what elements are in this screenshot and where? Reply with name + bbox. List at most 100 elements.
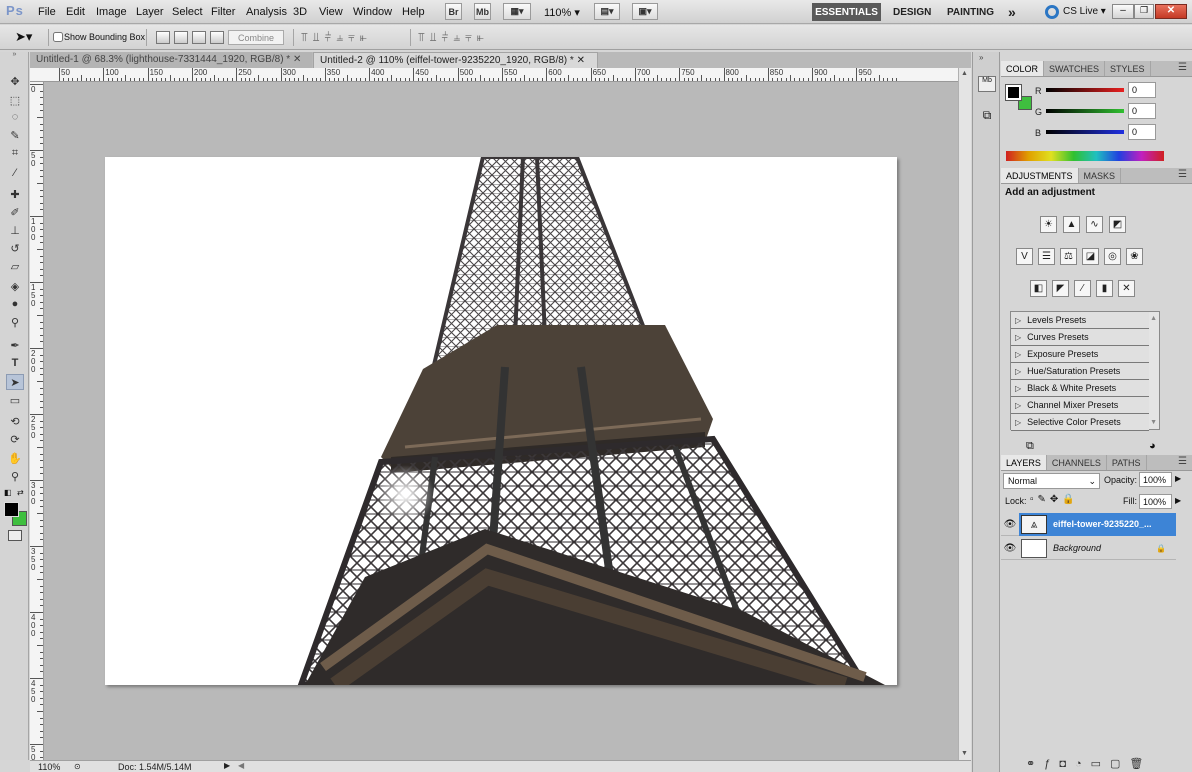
- vertical-scrollbar[interactable]: ▲ ▼: [958, 68, 971, 760]
- photo-filter-icon[interactable]: ◎: [1104, 248, 1121, 265]
- minimize-button[interactable]: –: [1112, 4, 1134, 19]
- red-slider[interactable]: [1046, 88, 1124, 92]
- default-colors-icon[interactable]: ◧: [4, 488, 12, 497]
- tab-styles[interactable]: STYLES: [1105, 61, 1151, 76]
- 3d-rotate-tool-icon[interactable]: ⟲: [6, 413, 24, 429]
- preset-exposure[interactable]: ▷ Exposure Presets: [1011, 346, 1149, 363]
- opacity-slider-icon[interactable]: ▶: [1175, 474, 1181, 483]
- color-spectrum-bar[interactable]: [1006, 151, 1164, 161]
- screen-mode-button[interactable]: ▣▾: [632, 3, 658, 20]
- channel-mixer-icon[interactable]: ❀: [1126, 248, 1143, 265]
- status-info-icon[interactable]: ⊙: [74, 762, 81, 771]
- fill-slider-icon[interactable]: ▶: [1175, 496, 1181, 505]
- eraser-tool-icon[interactable]: ▱: [6, 258, 24, 274]
- lasso-tool-icon[interactable]: ◌: [6, 109, 24, 125]
- combine-button[interactable]: Combine: [228, 30, 284, 45]
- adjustment-clip-icon[interactable]: ⧉: [1026, 440, 1034, 453]
- preset-levels[interactable]: ▷ Levels Presets: [1011, 312, 1149, 329]
- healing-brush-tool-icon[interactable]: ✚: [6, 186, 24, 202]
- tab-1-close-icon[interactable]: ✕: [293, 54, 301, 65]
- layer-row-background[interactable]: 👁 Background 🔒: [1001, 537, 1176, 560]
- presets-scroll-up-icon[interactable]: ▲: [1150, 315, 1157, 322]
- menu-3d[interactable]: 3D: [293, 6, 307, 18]
- menu-image[interactable]: Image: [96, 6, 127, 18]
- menu-edit[interactable]: Edit: [66, 6, 85, 18]
- tab-paths[interactable]: PATHS: [1107, 455, 1147, 470]
- hand-tool-icon[interactable]: ✋: [6, 450, 24, 466]
- tab-masks[interactable]: MASKS: [1079, 168, 1122, 183]
- green-slider[interactable]: [1046, 109, 1124, 113]
- eyedropper-tool-icon[interactable]: ⁄: [6, 165, 24, 181]
- shape-new-area-icon[interactable]: [156, 31, 170, 44]
- panel-menu-icon[interactable]: ☰: [1178, 62, 1187, 73]
- color-balance-icon[interactable]: ⚖: [1060, 248, 1077, 265]
- preset-curves[interactable]: ▷ Curves Presets: [1011, 329, 1149, 346]
- vertical-ruler[interactable]: 0 50 100 150 200 250 300 350 400 450 500: [30, 82, 44, 760]
- document-tab-1[interactable]: Untitled-1 @ 68.3% (lighthouse-7331444_1…: [30, 52, 312, 68]
- zoom-level-select[interactable]: 110% ▾: [544, 6, 580, 19]
- paint-bucket-tool-icon[interactable]: ◈: [6, 278, 24, 294]
- layers-footer-icons[interactable]: ⚭ƒ◘◔▭▢🗑: [1026, 757, 1152, 770]
- quick-mask-icon[interactable]: [8, 530, 22, 541]
- red-value-input[interactable]: 0: [1128, 82, 1156, 98]
- panel-menu-icon[interactable]: ☰: [1178, 169, 1187, 180]
- rectangle-tool-icon[interactable]: ▭: [6, 392, 24, 408]
- history-panel-icon[interactable]: ⧉: [978, 108, 996, 126]
- distribute-icons[interactable]: ⫪⫫⫩⫨⫧⫦: [418, 30, 489, 45]
- view-extras-button[interactable]: ▦▾: [503, 3, 531, 20]
- adjustment-visibility-icon[interactable]: ◕: [1149, 440, 1156, 452]
- menu-file[interactable]: File: [38, 6, 56, 18]
- restore-button[interactable]: ❐: [1134, 4, 1154, 19]
- shape-subtract-area-icon[interactable]: [192, 31, 206, 44]
- preset-selective-color[interactable]: ▷ Selective Color Presets: [1011, 414, 1149, 431]
- brush-tool-icon[interactable]: ✐: [6, 204, 24, 220]
- more-workspaces-button[interactable]: »: [1008, 4, 1016, 20]
- horizontal-ruler[interactable]: 50 100 150 200 250 300 350 400 450 500 550 600 650 70…: [30, 68, 958, 82]
- pen-tool-icon[interactable]: ✒: [6, 337, 24, 353]
- shape-intersect-area-icon[interactable]: [210, 31, 224, 44]
- move-tool-icon[interactable]: ✥: [6, 73, 24, 89]
- preset-hue-saturation[interactable]: ▷ Hue/Saturation Presets: [1011, 363, 1149, 380]
- scroll-left-icon[interactable]: ◀: [238, 761, 244, 770]
- shape-add-area-icon[interactable]: [174, 31, 188, 44]
- selective-color-icon[interactable]: ✕: [1118, 280, 1135, 297]
- tab-layers[interactable]: LAYERS: [1001, 455, 1047, 470]
- workspace-design-button[interactable]: DESIGN: [893, 7, 931, 18]
- workspace-painting-button[interactable]: PAINTING: [947, 7, 994, 18]
- posterize-icon[interactable]: ◤: [1052, 280, 1069, 297]
- status-menu-icon[interactable]: ▶: [224, 761, 230, 770]
- blend-mode-select[interactable]: Normal ⌄: [1003, 473, 1100, 489]
- close-button[interactable]: ✕: [1155, 4, 1187, 19]
- workspace-essentials-button[interactable]: ESSENTIALS: [812, 3, 881, 21]
- brightness-contrast-icon[interactable]: ☀: [1040, 216, 1057, 233]
- move-tool-preset-icon[interactable]: ➤▾: [15, 29, 32, 45]
- type-tool-icon[interactable]: T: [6, 355, 24, 371]
- preset-channel-mixer[interactable]: ▷ Channel Mixer Presets: [1011, 397, 1149, 414]
- path-selection-tool-icon[interactable]: ➤: [6, 374, 24, 390]
- tab-2-close-icon[interactable]: ✕: [577, 55, 585, 66]
- menu-view[interactable]: View: [319, 6, 343, 18]
- bridge-button[interactable]: Br: [445, 3, 462, 20]
- swap-colors-icon[interactable]: ⇄: [17, 488, 24, 497]
- marquee-tool-icon[interactable]: ⬚: [6, 92, 24, 108]
- foreground-color-swatch[interactable]: [4, 502, 19, 517]
- invert-icon[interactable]: ◧: [1030, 280, 1047, 297]
- history-brush-tool-icon[interactable]: ↺: [6, 240, 24, 256]
- menu-help[interactable]: Help: [402, 6, 425, 18]
- tab-color[interactable]: COLOR: [1001, 61, 1045, 76]
- layer-name[interactable]: Background: [1053, 543, 1101, 553]
- show-bounding-box-checkbox[interactable]: [53, 32, 63, 42]
- layer-name[interactable]: eiffel-tower-9235220_...: [1053, 519, 1152, 529]
- tab-adjustments[interactable]: ADJUSTMENTS: [1001, 168, 1079, 183]
- fill-input[interactable]: 100%: [1139, 494, 1172, 509]
- presets-scroll-down-icon[interactable]: ▼: [1150, 419, 1157, 426]
- levels-icon[interactable]: ▲: [1063, 216, 1080, 233]
- clone-stamp-tool-icon[interactable]: ⊥: [6, 222, 24, 238]
- opacity-input[interactable]: 100%: [1139, 472, 1172, 487]
- panel-menu-icon[interactable]: ☰: [1178, 456, 1187, 467]
- tools-collapse-icon[interactable]: »: [0, 51, 29, 58]
- curves-icon[interactable]: ∿: [1086, 216, 1103, 233]
- layer-visibility-eye-icon[interactable]: 👁: [1001, 543, 1019, 554]
- scroll-down-icon[interactable]: ▼: [961, 750, 968, 757]
- mini-bridge-panel-icon[interactable]: Mb: [978, 76, 996, 92]
